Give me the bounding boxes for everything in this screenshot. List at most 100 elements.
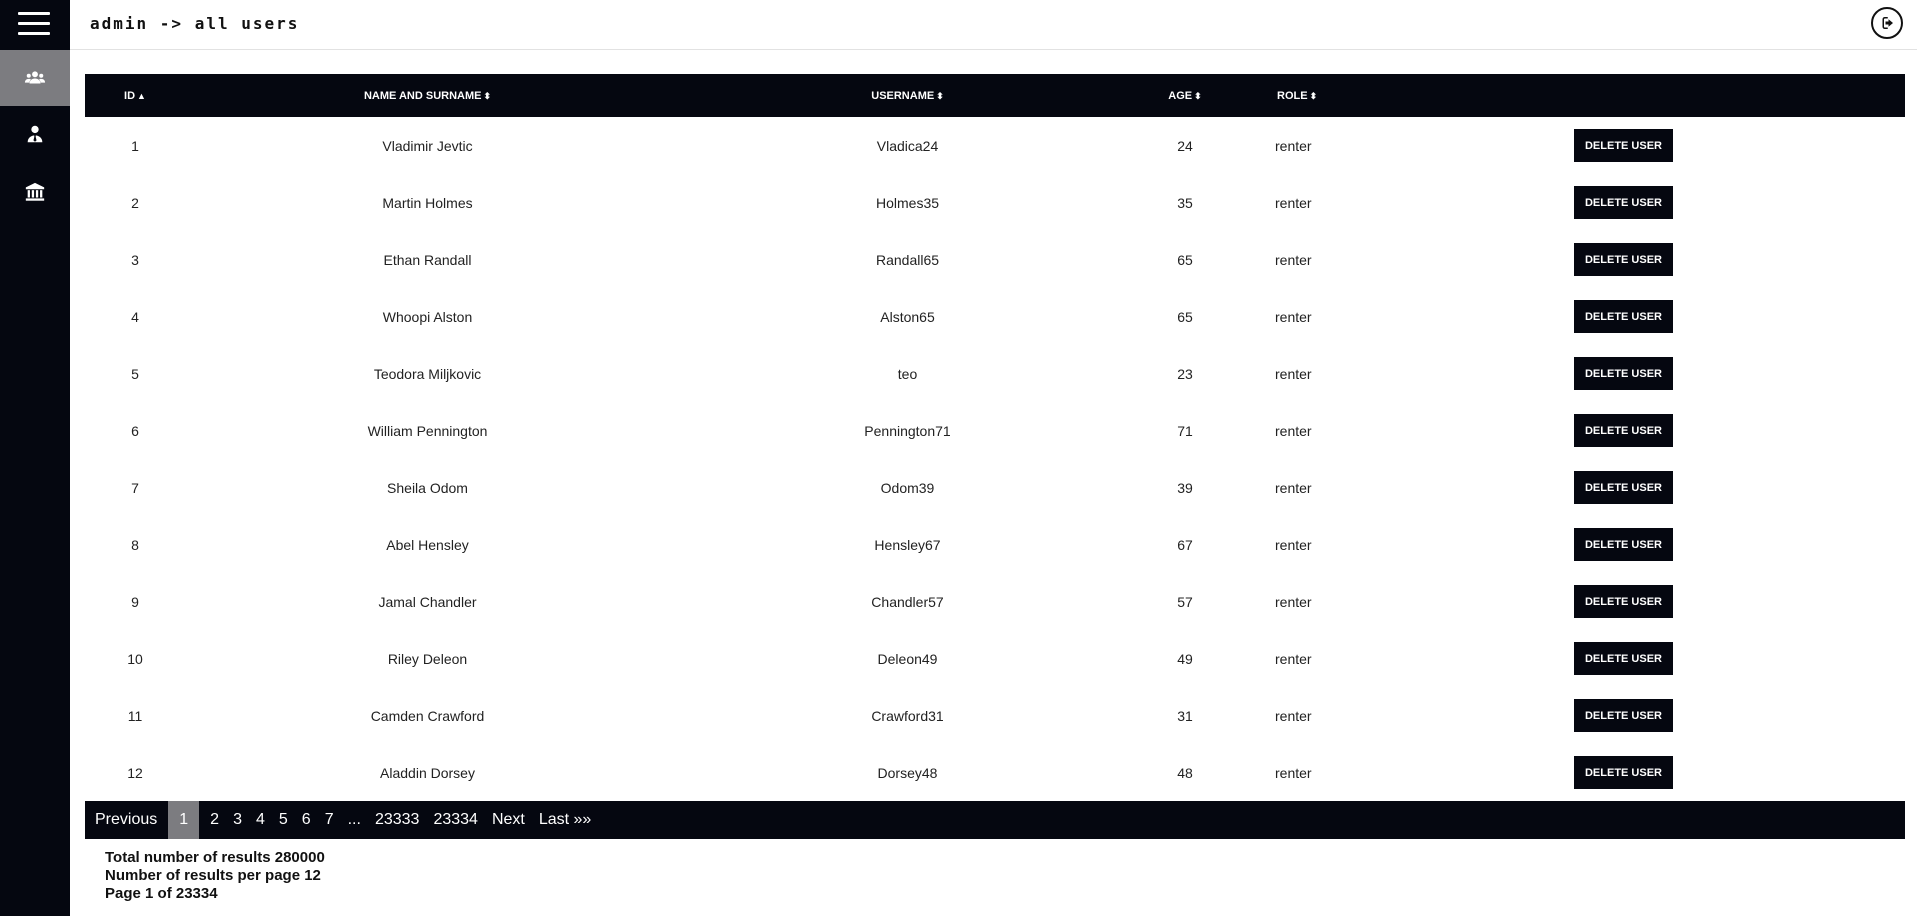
cell-age: 23	[1177, 365, 1193, 382]
cell-id: 12	[127, 764, 143, 781]
cell-actions: DELETE USER	[1517, 288, 1905, 345]
delete-user-button[interactable]: DELETE USER	[1574, 528, 1673, 561]
sidebar-item-bank[interactable]	[0, 164, 70, 220]
cell-age: 67	[1177, 536, 1193, 553]
cell-username: Randall65	[875, 251, 940, 268]
column-label-username: USERNAME	[871, 89, 935, 102]
column-header-name[interactable]: NAME AND SURNAME ⬍	[185, 74, 670, 117]
pagination-page-23334[interactable]: 23334	[426, 801, 485, 839]
cell-age: 65	[1177, 251, 1193, 268]
delete-user-button[interactable]: DELETE USER	[1574, 585, 1673, 618]
cell-username: teo	[897, 365, 918, 382]
delete-user-button[interactable]: DELETE USER	[1574, 357, 1673, 390]
column-header-id[interactable]: ID ▲	[85, 74, 185, 117]
table-row: 7 Sheila Odom Odom39 39 renter DELETE USER	[85, 459, 1905, 516]
cell-id: 10	[127, 650, 143, 667]
cell-actions: DELETE USER	[1517, 573, 1905, 630]
cell-id: 8	[131, 536, 139, 553]
delete-user-button[interactable]: DELETE USER	[1574, 129, 1673, 162]
cell-age: 57	[1177, 593, 1193, 610]
pagination-previous[interactable]: Previous	[85, 801, 164, 839]
cell-username: Crawford31	[871, 707, 944, 724]
table-row: 8 Abel Hensley Hensley67 67 renter DELETE USE…	[85, 516, 1905, 573]
cell-age: 31	[1177, 707, 1193, 724]
cell-actions: DELETE USER	[1517, 687, 1905, 744]
pagination-page-7[interactable]: 7	[318, 801, 341, 839]
pagination-next[interactable]: Next	[485, 801, 532, 839]
hamburger-menu-icon[interactable]	[18, 12, 50, 36]
cell-actions: DELETE USER	[1517, 345, 1905, 402]
delete-user-button[interactable]: DELETE USER	[1574, 642, 1673, 675]
cell-username: Hensley67	[874, 536, 941, 553]
pagination-page-1[interactable]: 1	[168, 801, 200, 839]
delete-user-button[interactable]: DELETE USER	[1574, 243, 1673, 276]
cell-id: 4	[131, 308, 139, 325]
cell-id: 11	[127, 707, 143, 724]
bank-icon	[25, 182, 45, 201]
table-row: 10 Riley Deleon Deleon49 49 renter DELETE USE…	[85, 630, 1905, 687]
delete-user-button[interactable]: DELETE USER	[1574, 699, 1673, 732]
cell-id: 6	[131, 422, 139, 439]
pagination-page-6[interactable]: 6	[295, 801, 318, 839]
pagination-ellipsis: ...	[347, 811, 361, 828]
cell-name: William Pennington	[367, 422, 488, 439]
cell-actions: DELETE USER	[1517, 402, 1905, 459]
cell-username: Deleon49	[877, 650, 938, 667]
cell-username: Pennington71	[864, 422, 951, 439]
users-table-container: ID ▲ NAME AND SURNAME ⬍ USERNAME ⬍ AGE ⬍ ROL…	[85, 74, 1905, 801]
top-bar: admin -> all users	[70, 0, 1917, 50]
pagination-page-4[interactable]: 4	[249, 801, 272, 839]
delete-user-button[interactable]: DELETE USER	[1574, 186, 1673, 219]
pagination-last[interactable]: Last »»	[532, 801, 598, 839]
cell-name: Vladimir Jevtic	[382, 137, 473, 154]
table-row: 11 Camden Crawford Crawford31 31 renter DELET…	[85, 687, 1905, 744]
column-label-name: NAME AND SURNAME	[363, 89, 482, 102]
column-label-role: ROLE	[1277, 89, 1308, 102]
total-results-text: Total number of results 280000	[105, 849, 325, 866]
column-label-id: ID	[124, 89, 136, 102]
delete-user-button[interactable]: DELETE USER	[1574, 471, 1673, 504]
cell-role: renter	[1275, 479, 1312, 496]
sidebar-item-users[interactable]	[0, 50, 70, 106]
cell-username: Odom39	[880, 479, 935, 496]
pagination-page-5[interactable]: 5	[272, 801, 295, 839]
cell-name: Camden Crawford	[370, 707, 485, 724]
cell-name: Jamal Chandler	[378, 593, 477, 610]
cell-role: renter	[1275, 137, 1312, 154]
results-stats: Total number of results 280000 Number of…	[105, 849, 325, 903]
delete-user-button[interactable]: DELETE USER	[1574, 414, 1673, 447]
delete-user-button[interactable]: DELETE USER	[1574, 300, 1673, 333]
cell-name: Abel Hensley	[386, 536, 469, 553]
cell-role: renter	[1275, 707, 1312, 724]
cell-username: Chandler57	[871, 593, 944, 610]
cell-username: Dorsey48	[877, 764, 938, 781]
delete-user-button[interactable]: DELETE USER	[1574, 756, 1673, 789]
cell-name: Teodora Miljkovic	[373, 365, 482, 382]
users-icon	[24, 71, 46, 84]
cell-id: 2	[131, 194, 139, 211]
cell-age: 48	[1177, 764, 1193, 781]
cell-actions: DELETE USER	[1517, 231, 1905, 288]
sort-icon: ⬍	[1309, 90, 1318, 101]
cell-actions: DELETE USER	[1517, 459, 1905, 516]
pagination-page-3[interactable]: 3	[226, 801, 249, 839]
cell-name: Sheila Odom	[387, 479, 468, 496]
column-header-age[interactable]: AGE ⬍	[1145, 74, 1225, 117]
table-row: 2 Martin Holmes Holmes35 35 renter DELETE USE…	[85, 174, 1905, 231]
cell-role: renter	[1275, 194, 1312, 211]
table-row: 3 Ethan Randall Randall65 65 renter DELETE US…	[85, 231, 1905, 288]
column-header-role[interactable]: ROLE ⬍	[1225, 74, 1517, 117]
cell-id: 1	[131, 137, 139, 154]
cell-name: Martin Holmes	[382, 194, 473, 211]
cell-age: 49	[1177, 650, 1193, 667]
pagination-page-2[interactable]: 2	[203, 801, 226, 839]
sort-icon: ⬍	[1194, 90, 1202, 101]
column-header-username[interactable]: USERNAME ⬍	[670, 74, 1145, 117]
cell-actions: DELETE USER	[1517, 630, 1905, 687]
sidebar-item-profile[interactable]	[0, 106, 70, 162]
pagination-page-23333[interactable]: 23333	[368, 801, 427, 839]
logout-button[interactable]	[1871, 7, 1903, 39]
sort-icon: ⬍	[483, 90, 492, 101]
cell-username: Vladica24	[876, 137, 939, 154]
user-tie-icon	[27, 125, 43, 143]
